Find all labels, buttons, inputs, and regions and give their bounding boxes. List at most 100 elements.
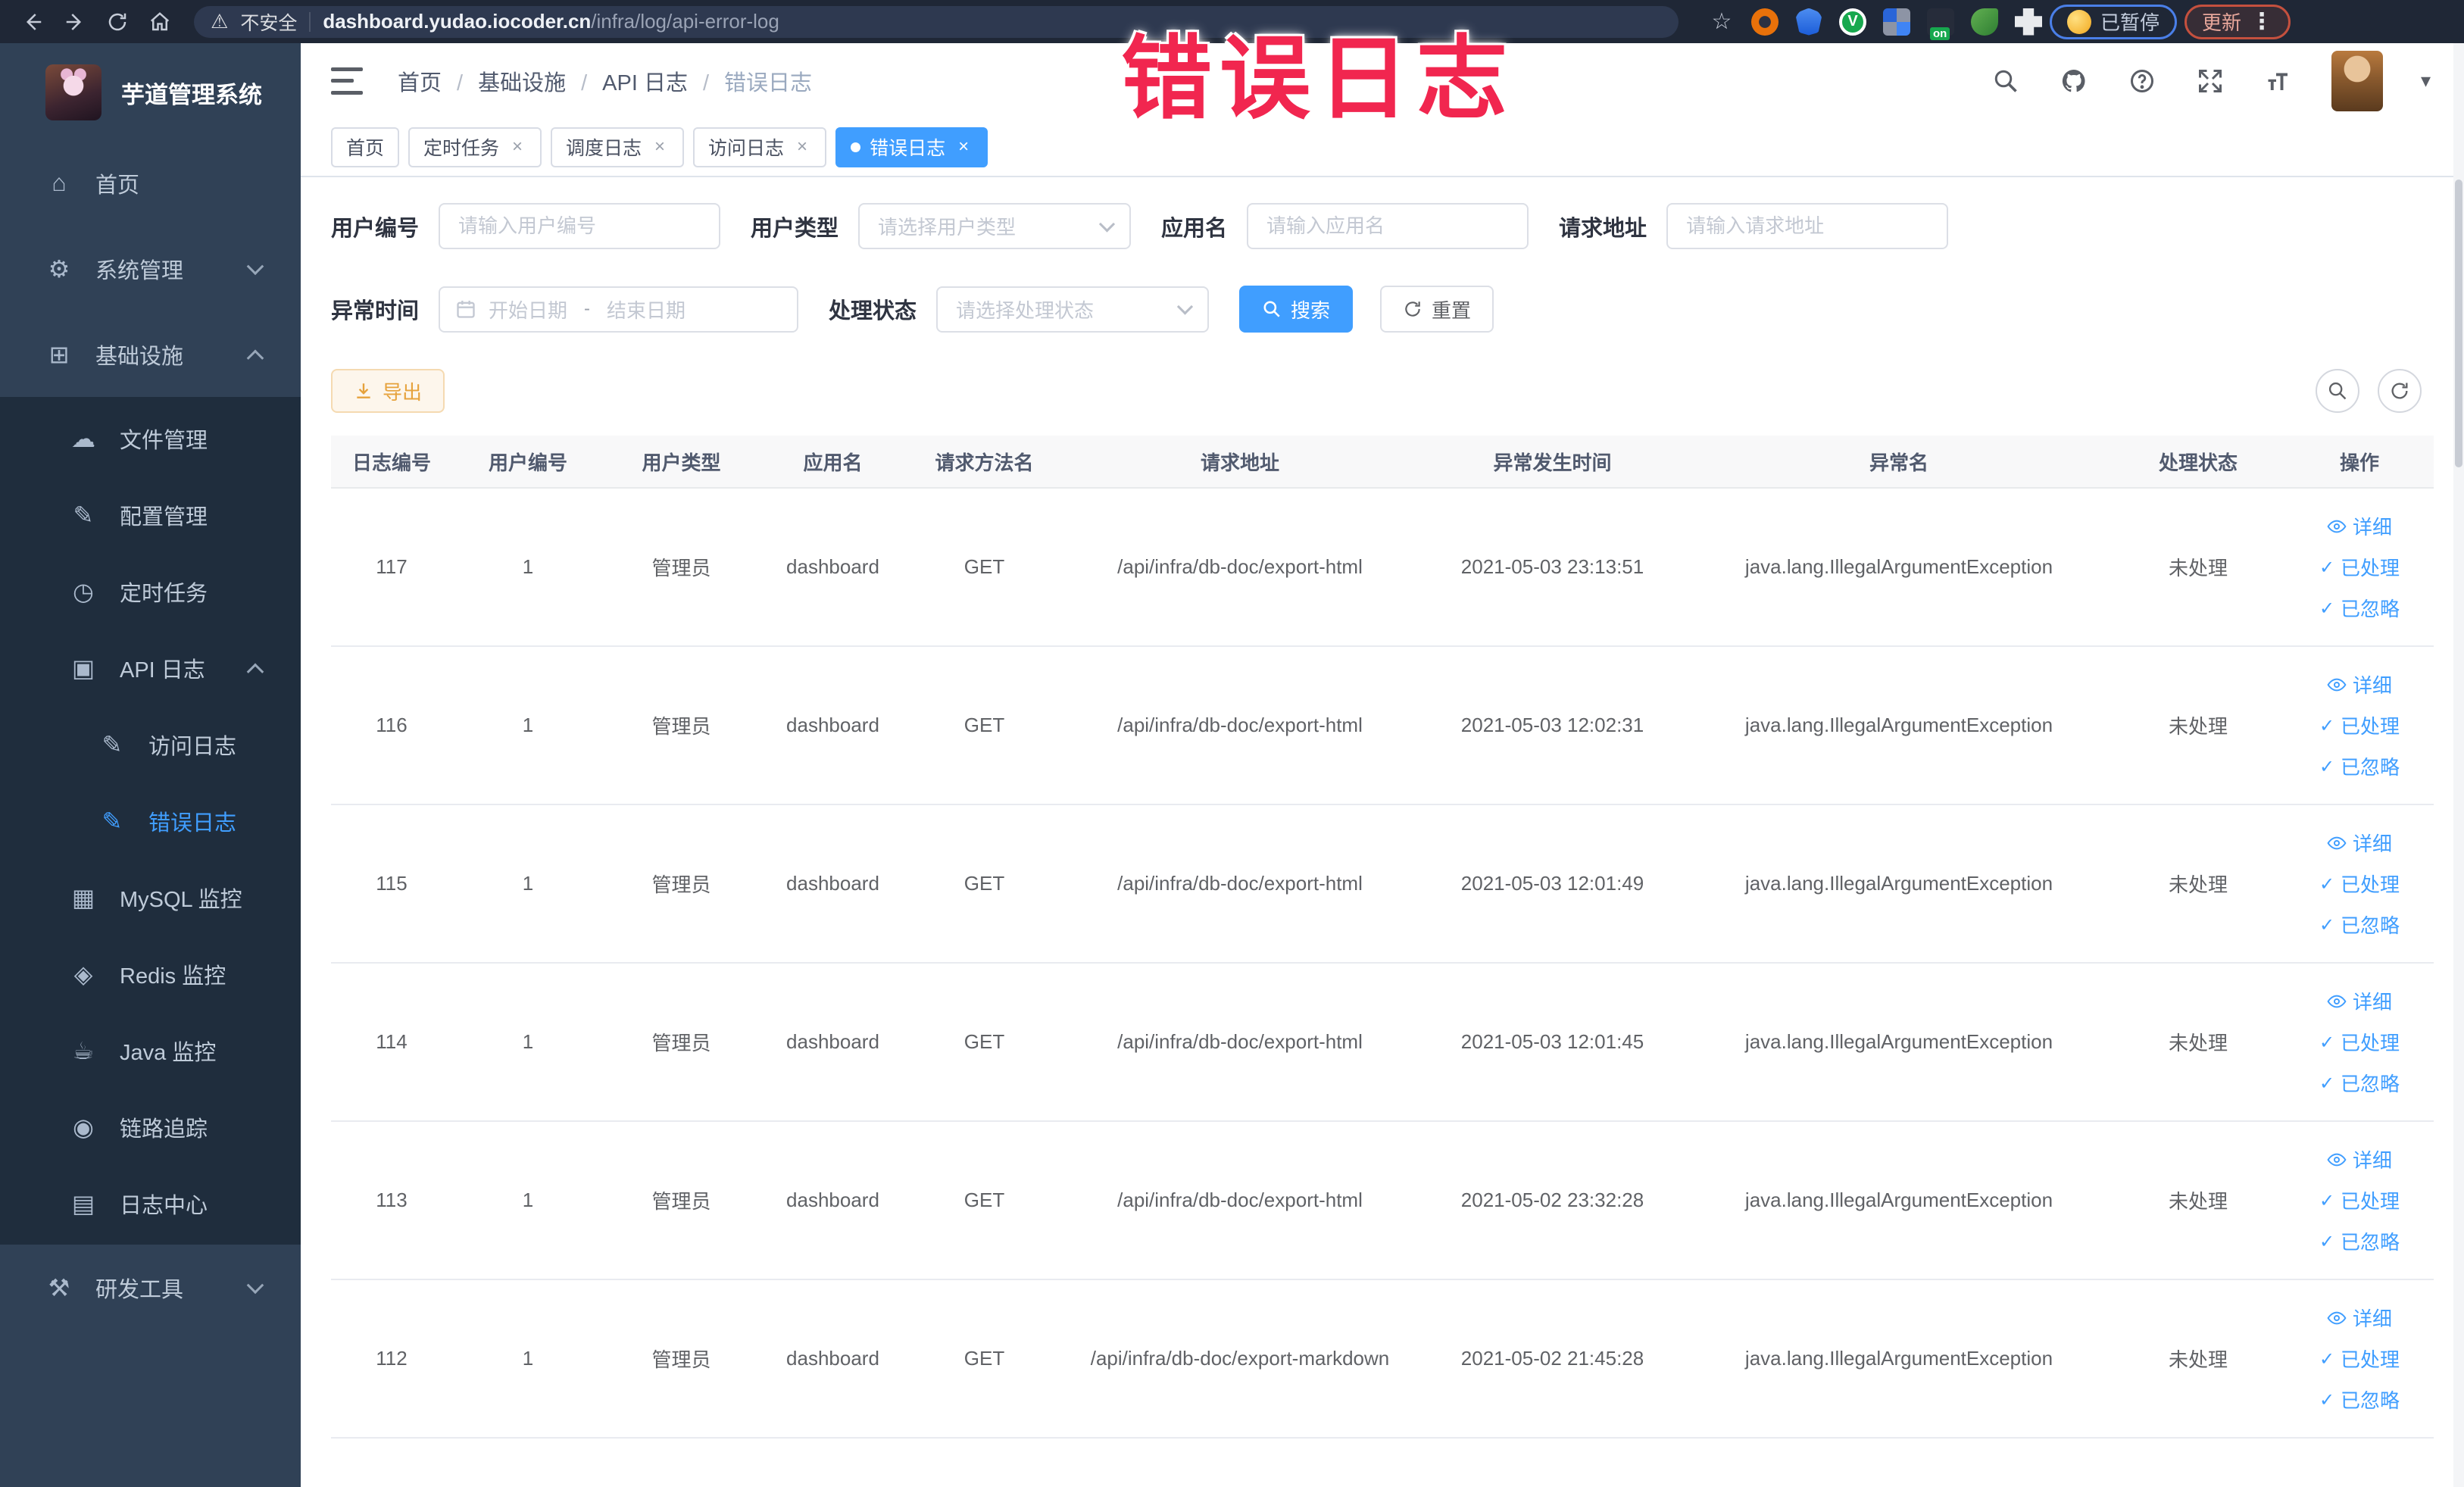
detail-link[interactable]: 详细: [2327, 1304, 2392, 1332]
sidebar-item[interactable]: ✎ 配置管理: [0, 476, 301, 553]
sidebar-item[interactable]: ⚒ 研发工具: [0, 1245, 301, 1330]
cell-request-url: /api/infra/db-doc/export-html: [1117, 555, 1363, 578]
paused-badge[interactable]: 已暂停: [2050, 4, 2178, 39]
browser-forward-icon[interactable]: [58, 5, 92, 39]
breadcrumb-item[interactable]: 基础设施: [442, 65, 566, 97]
avatar-caret-icon[interactable]: [2421, 69, 2431, 92]
page-tab[interactable]: 错误日志: [835, 127, 988, 167]
detail-link[interactable]: 详细: [2327, 670, 2392, 698]
sidebar-item[interactable]: ⊞ 基础设施: [0, 311, 301, 397]
sidebar-item[interactable]: ◉ 链路追踪: [0, 1089, 301, 1165]
sidebar-item[interactable]: ◈ Redis 监控: [0, 936, 301, 1012]
filter-user-id: 用户编号: [331, 203, 721, 249]
toggle-search-button[interactable]: [2316, 369, 2359, 413]
table-column-header: 请求地址: [1200, 451, 1279, 474]
detail-link[interactable]: 详细: [2327, 987, 2392, 1015]
cell-request-method: GET: [963, 555, 1005, 578]
detail-link[interactable]: 详细: [2327, 1145, 2392, 1173]
sidebar-item-label: 定时任务: [120, 581, 208, 606]
refresh-table-button[interactable]: [2378, 369, 2422, 413]
search-button[interactable]: 搜索: [1239, 286, 1354, 333]
log-center-icon: ▤: [71, 1189, 95, 1217]
page-url[interactable]: dashboard.yudao.iocoder.cn/infra/log/api…: [323, 10, 779, 33]
user-avatar[interactable]: [2331, 50, 2383, 111]
sidebar-item[interactable]: ⌂ 首页: [0, 140, 301, 226]
address-bar[interactable]: 不安全 dashboard.yudao.iocoder.cn/infra/log…: [194, 5, 1679, 38]
browser-reload-icon[interactable]: [100, 5, 135, 39]
cell-exception-name: java.lang.IllegalArgumentException: [1744, 555, 2053, 578]
breadcrumb-item[interactable]: API 日志: [566, 65, 688, 97]
exception-time-range-picker[interactable]: 开始日期 - 结束日期: [439, 286, 799, 333]
extension-icon-grid[interactable]: [1883, 8, 1910, 36]
github-icon[interactable]: [2059, 66, 2089, 96]
search-icon[interactable]: [1991, 66, 2021, 96]
mark-ignored-link[interactable]: 已忽略: [2319, 911, 2400, 939]
mark-processed-link[interactable]: 已处理: [2319, 870, 2400, 898]
cell-process-status: 未处理: [2168, 715, 2228, 738]
bookmark-star-icon[interactable]: [1704, 5, 1739, 39]
tab-close-icon[interactable]: [954, 136, 973, 158]
page-tab[interactable]: 首页: [331, 127, 400, 167]
detail-link[interactable]: 详细: [2327, 829, 2392, 857]
reset-button[interactable]: 重置: [1380, 286, 1494, 333]
browser-home-icon[interactable]: [142, 5, 177, 39]
update-badge[interactable]: 更新: [2184, 4, 2291, 39]
fullscreen-icon[interactable]: [2195, 66, 2225, 96]
browser-menu-icon[interactable]: [2250, 8, 2273, 35]
app-name-input[interactable]: [1247, 203, 1529, 249]
page-tab[interactable]: 访问日志: [693, 127, 827, 167]
mark-processed-link[interactable]: 已处理: [2319, 1345, 2400, 1373]
detail-link[interactable]: 详细: [2327, 512, 2392, 540]
export-button[interactable]: 导出: [331, 369, 445, 413]
mark-ignored-link[interactable]: 已忽略: [2319, 752, 2400, 780]
extension-icon-switch-on[interactable]: [1927, 8, 1954, 40]
filter-row-1: 用户编号 用户类型 请选择用户类型 应用名 请求地址: [331, 203, 2434, 249]
extension-icon-orange[interactable]: [1751, 8, 1779, 36]
app-logo-row[interactable]: 芋道管理系统: [0, 43, 301, 140]
cell-exception-name: java.lang.IllegalArgumentException: [1744, 1030, 2053, 1053]
page-tab[interactable]: 定时任务: [408, 127, 542, 167]
sidebar-item[interactable]: ◷ 定时任务: [0, 553, 301, 629]
request-url-input[interactable]: [1666, 203, 1949, 249]
mark-processed-link[interactable]: 已处理: [2319, 1186, 2400, 1214]
mark-processed-link[interactable]: 已处理: [2319, 553, 2400, 581]
sidebar-item[interactable]: ▦ MySQL 监控: [0, 859, 301, 936]
extensions-puzzle-icon[interactable]: [2015, 8, 2042, 36]
mark-ignored-link[interactable]: 已忽略: [2319, 1385, 2400, 1414]
sidebar-item[interactable]: ✎ 错误日志: [0, 783, 301, 859]
breadcrumb-item[interactable]: 首页: [398, 65, 442, 97]
page-scrollbar[interactable]: [2453, 43, 2464, 1487]
mark-ignored-link[interactable]: 已忽略: [2319, 1227, 2400, 1255]
java-icon: ☕: [72, 1036, 95, 1064]
check-icon: [2319, 555, 2334, 579]
user-id-input[interactable]: [439, 203, 721, 249]
tab-close-icon[interactable]: [508, 136, 526, 158]
mark-ignored-link[interactable]: 已忽略: [2319, 594, 2400, 622]
sidebar-item[interactable]: ☁ 文件管理: [0, 400, 301, 476]
process-status-select[interactable]: 请选择处理状态: [936, 286, 1210, 333]
menu-fold-icon[interactable]: [331, 67, 363, 95]
help-icon[interactable]: [2127, 66, 2157, 96]
font-size-icon[interactable]: [2263, 66, 2294, 96]
mark-processed-link[interactable]: 已处理: [2319, 1028, 2400, 1056]
mark-processed-link[interactable]: 已处理: [2319, 711, 2400, 739]
sidebar-item[interactable]: ☕ Java 监控: [0, 1012, 301, 1089]
mark-ignored-link[interactable]: 已忽略: [2319, 1069, 2400, 1097]
tab-close-icon[interactable]: [793, 136, 811, 158]
breadcrumb-item[interactable]: 错误日志: [688, 65, 812, 97]
top-header: 首页 基础设施 API 日志 错误日志: [301, 43, 2464, 118]
paused-badge-label: 已暂停: [2100, 11, 2160, 34]
sidebar-item[interactable]: ▤ 日志中心: [0, 1165, 301, 1242]
extension-icon-green-v[interactable]: V: [1839, 8, 1866, 36]
user-type-select[interactable]: 请选择用户类型: [858, 203, 1132, 249]
sidebar-item[interactable]: ▣ API 日志: [0, 629, 301, 706]
sidebar-item[interactable]: ⚙ 系统管理: [0, 226, 301, 311]
extension-icon-shield[interactable]: [1795, 8, 1822, 36]
eye-icon: [2327, 995, 2347, 1007]
tab-close-icon[interactable]: [651, 136, 669, 158]
extension-icon-leaf[interactable]: [1971, 8, 1998, 36]
browser-back-icon[interactable]: [15, 5, 50, 39]
sidebar-item[interactable]: ✎ 访问日志: [0, 706, 301, 783]
scrollbar-thumb[interactable]: [2455, 180, 2462, 467]
page-tab[interactable]: 调度日志: [551, 127, 685, 167]
